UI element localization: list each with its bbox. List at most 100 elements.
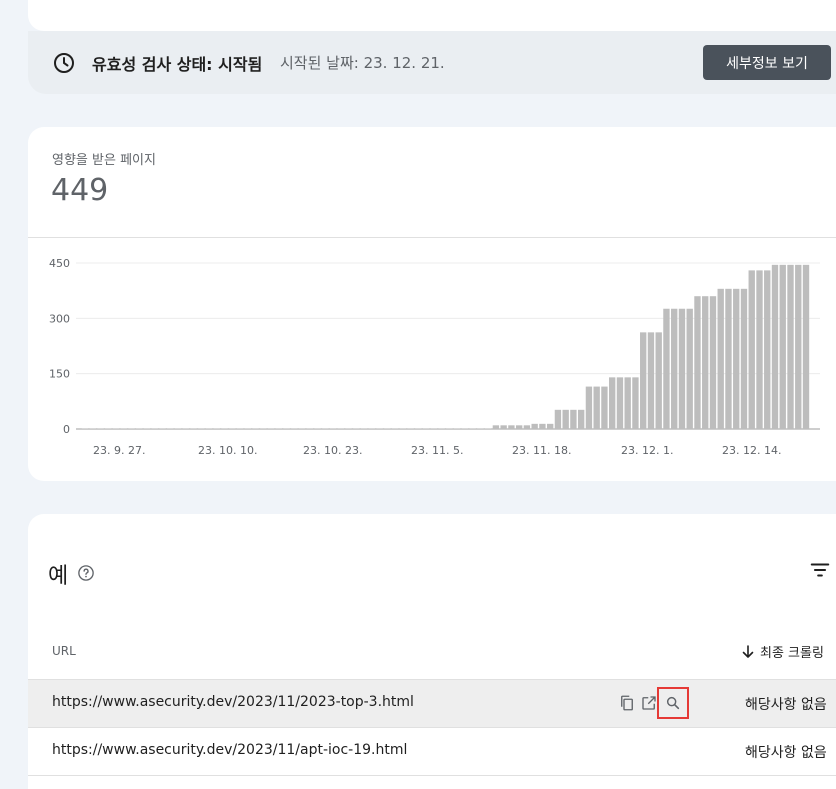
chart-bar[interactable]: [709, 296, 717, 429]
chart-bar[interactable]: [368, 428, 376, 429]
table-row[interactable]: https://www.asecurity.dev/2023/11/2023-t…: [28, 680, 836, 728]
chart-bar[interactable]: [252, 428, 259, 429]
chart-bar[interactable]: [461, 428, 469, 429]
chart-bar[interactable]: [756, 270, 763, 429]
chart-bar[interactable]: [391, 428, 399, 429]
inspect-url-search-icon[interactable]: [657, 687, 689, 719]
chart-bar[interactable]: [671, 308, 678, 429]
chart-bar[interactable]: [430, 428, 438, 429]
chart-bar[interactable]: [306, 428, 314, 429]
chart-bar[interactable]: [725, 288, 732, 429]
chart-bar[interactable]: [182, 428, 189, 429]
chart-bar[interactable]: [159, 428, 166, 429]
chart-bar[interactable]: [221, 428, 228, 429]
chart-bar[interactable]: [291, 428, 298, 429]
chart-bar[interactable]: [329, 428, 337, 429]
chart-bar[interactable]: [771, 264, 779, 429]
chart-bar[interactable]: [546, 423, 554, 429]
chart-bar[interactable]: [267, 428, 275, 429]
chart-bar[interactable]: [314, 428, 321, 429]
chart-bar[interactable]: [795, 264, 802, 429]
chart-bar[interactable]: [167, 428, 174, 429]
chart-bar[interactable]: [515, 425, 523, 429]
chart-bar[interactable]: [702, 296, 709, 429]
chart-bar[interactable]: [337, 428, 345, 429]
chart-bar[interactable]: [733, 288, 740, 429]
chart-bar[interactable]: [136, 428, 143, 429]
chart-bar[interactable]: [345, 428, 352, 429]
chart-bar[interactable]: [151, 428, 158, 429]
chart-bar[interactable]: [624, 377, 631, 429]
chart-bar[interactable]: [205, 428, 213, 429]
chart-bar[interactable]: [143, 428, 151, 429]
chart-bar[interactable]: [802, 264, 810, 429]
chart-bar[interactable]: [399, 428, 407, 429]
chart-bar[interactable]: [609, 377, 616, 429]
chart-bar[interactable]: [655, 332, 662, 429]
chart-bar[interactable]: [322, 428, 329, 429]
chart-bar[interactable]: [275, 428, 282, 429]
open-in-new-icon[interactable]: [638, 692, 660, 714]
chart-bar[interactable]: [120, 428, 127, 429]
chart-bar[interactable]: [453, 428, 461, 429]
chart-bar[interactable]: [492, 425, 500, 429]
chart-bar[interactable]: [694, 296, 701, 429]
chart-bar[interactable]: [647, 332, 655, 429]
chart-bar[interactable]: [213, 428, 220, 429]
column-header-last-crawl[interactable]: 최종 크롤링: [742, 642, 824, 661]
chart-bar[interactable]: [740, 288, 748, 429]
chart-bar[interactable]: [593, 386, 600, 429]
chart-bar[interactable]: [415, 428, 422, 429]
chart-bar[interactable]: [500, 425, 507, 429]
chart-bar[interactable]: [112, 428, 120, 429]
chart-bar[interactable]: [446, 428, 453, 429]
chart-bar[interactable]: [384, 428, 391, 429]
chart-bar[interactable]: [360, 428, 368, 429]
chart-bar[interactable]: [89, 428, 96, 429]
chart-bar[interactable]: [97, 428, 104, 429]
chart-bar[interactable]: [678, 308, 686, 429]
chart-bar[interactable]: [748, 270, 755, 429]
chart-bar[interactable]: [539, 423, 546, 429]
chart-bar[interactable]: [508, 425, 515, 429]
chart-bar[interactable]: [353, 428, 360, 429]
chart-bar[interactable]: [469, 428, 476, 429]
chart-bar[interactable]: [787, 264, 794, 429]
chart-bar[interactable]: [298, 428, 306, 429]
chart-bar[interactable]: [616, 377, 624, 429]
chart-bar[interactable]: [236, 428, 244, 429]
chart-bar[interactable]: [244, 428, 251, 429]
chart-bar[interactable]: [531, 423, 538, 429]
filter-icon[interactable]: [809, 559, 831, 581]
table-row[interactable]: https://www.asecurity.dev/2023/11/apt-io…: [28, 728, 836, 776]
chart-bar[interactable]: [562, 409, 569, 429]
chart-bar[interactable]: [174, 428, 182, 429]
copy-icon[interactable]: [616, 692, 638, 714]
chart-bar[interactable]: [764, 270, 771, 429]
chart-bar[interactable]: [601, 386, 608, 429]
chart-bar[interactable]: [663, 308, 670, 429]
chart-bar[interactable]: [484, 428, 492, 429]
chart-bar[interactable]: [190, 428, 197, 429]
chart-bar[interactable]: [81, 428, 89, 429]
chart-bar[interactable]: [632, 377, 639, 429]
chart-bar[interactable]: [422, 428, 430, 429]
chart-bar[interactable]: [283, 428, 290, 429]
chart-bar[interactable]: [585, 386, 593, 429]
chart-bar[interactable]: [438, 428, 445, 429]
chart-bar[interactable]: [577, 409, 585, 429]
chart-bar[interactable]: [128, 428, 135, 429]
chart-bar[interactable]: [105, 428, 112, 429]
column-header-url[interactable]: URL: [52, 644, 76, 658]
chart-bar[interactable]: [717, 288, 724, 429]
chart-bar[interactable]: [407, 428, 414, 429]
chart-bar[interactable]: [554, 409, 562, 429]
chart-bar[interactable]: [477, 428, 484, 429]
chart-bar[interactable]: [260, 428, 267, 429]
chart-bar[interactable]: [376, 428, 383, 429]
chart-bar[interactable]: [686, 308, 693, 429]
see-details-button[interactable]: 세부정보 보기: [703, 45, 831, 80]
help-icon[interactable]: [77, 564, 95, 582]
chart-bar[interactable]: [198, 428, 205, 429]
chart-bar[interactable]: [229, 428, 236, 429]
